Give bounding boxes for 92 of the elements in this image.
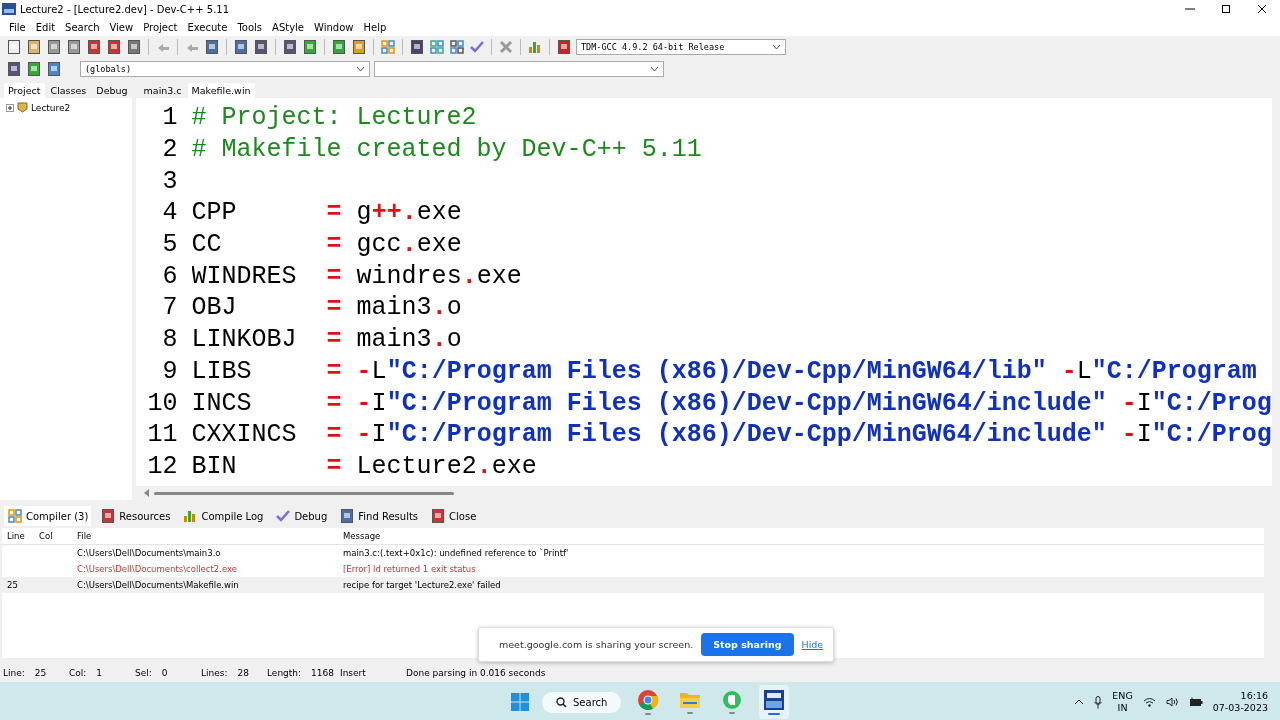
expand-icon[interactable]	[6, 103, 14, 112]
chevron-up-icon[interactable]	[1074, 699, 1085, 705]
panel-tab[interactable]: Debug	[272, 506, 331, 526]
chevron-down-icon[interactable]	[650, 66, 659, 72]
check-icon[interactable]	[275, 508, 292, 524]
file-tab[interactable]: Makefile.win	[187, 83, 255, 98]
code-line: CXXINCS = -I"C:/Program Files (x86)/Dev-Cpp/MinGW64/include" -I"C:/Prog	[191, 420, 1272, 450]
panel-tab[interactable]: Compile Log	[179, 506, 267, 526]
table-cell-text: C:\Users\Dell\Documents\Makefile.win	[76, 580, 240, 590]
menu-item[interactable]: File	[4, 21, 31, 33]
chevron-down-icon[interactable]	[356, 66, 365, 72]
search-button[interactable]: Search	[542, 691, 622, 713]
code-line: CC = gcc.exe	[191, 230, 463, 260]
table-cell-text: 25	[6, 580, 19, 590]
check-icon[interactable]	[469, 39, 485, 55]
code-line: LINKOBJ = main3.o	[191, 325, 463, 355]
grid-icon[interactable]	[380, 39, 396, 55]
new-file-icon[interactable]	[6, 39, 22, 55]
panel-tab[interactable]: Resources	[97, 506, 174, 526]
grid-icon[interactable]	[7, 508, 23, 524]
status-label: Lines:	[201, 668, 228, 678]
status-label: Length:	[267, 668, 302, 678]
scrollbar-thumb[interactable]	[153, 491, 454, 495]
menu-item[interactable]: Help	[358, 21, 392, 33]
table-cell-text: C:\Users\Dell\Documents\main3.o	[76, 548, 222, 558]
share-message: meet.google.com is sharing your screen.	[499, 639, 694, 650]
microphone-icon[interactable]	[1094, 695, 1103, 709]
grid-icon[interactable]	[449, 39, 465, 55]
menu-item[interactable]: Tools	[232, 21, 268, 33]
scroll-left-icon[interactable]	[143, 489, 150, 497]
menu-item[interactable]: Edit	[30, 21, 61, 33]
panel-tab[interactable]: Classes	[46, 83, 91, 98]
stop-sharing-button[interactable]: Stop sharing	[701, 633, 794, 656]
maximize-icon	[1221, 4, 1231, 14]
compiler-dropdown[interactable]: TDM-GCC 4.9.2 64-bit Release	[576, 39, 786, 55]
menu-item[interactable]: Window	[309, 21, 359, 33]
column-header: File	[76, 531, 93, 541]
start-icon[interactable]	[510, 692, 530, 712]
code-line: CPP = g++.exe	[191, 198, 463, 228]
tree-item[interactable]: Lecture2	[31, 102, 71, 113]
status-label: Line:	[3, 668, 25, 678]
menu-item[interactable]: Execute	[182, 21, 233, 33]
column-header: Message	[342, 531, 382, 541]
panel-tab[interactable]: Close	[427, 506, 480, 526]
status-value: Insert	[340, 668, 366, 678]
hide-link[interactable]: Hide	[801, 639, 824, 650]
bar-chart-icon[interactable]	[527, 39, 543, 55]
table-cell-text: [Error] ld returned 1 exit status	[342, 564, 477, 574]
volume-icon[interactable]	[1165, 697, 1179, 707]
status-value: 1	[96, 668, 103, 678]
table-cell-text: C:\Users\Dell\Documents\collect2.exe	[76, 564, 239, 574]
app-icon	[2, 3, 16, 15]
column-header: Line	[6, 531, 26, 541]
folder-icon[interactable]	[679, 690, 702, 710]
devcpp-icon[interactable]	[763, 689, 786, 711]
close-icon	[1257, 4, 1267, 14]
table-cell-text: main3.c:(.text+0x1c): undefined reference to `Printf'	[342, 548, 570, 558]
column-header: Col	[38, 531, 54, 541]
status-value: 1168	[311, 668, 334, 678]
panel-tab[interactable]: Debug	[92, 83, 132, 98]
menu-item[interactable]: AStyle	[267, 21, 310, 33]
code-line: INCS = -I"C:/Program Files (x86)/Dev-Cpp/MinGW64/include" -I"C:/Prog	[191, 388, 1272, 418]
code-line: BIN = Lecture2.exe	[191, 451, 538, 481]
menu-item[interactable]: View	[104, 21, 139, 33]
code-line: OBJ = main3.o	[191, 293, 463, 323]
code-line: LIBS = -L"C:/Program Files (x86)/Dev-Cpp/MinGW64/lib" -L"C:/Program	[191, 356, 1258, 386]
clock[interactable]: 16:16 07-03-2023	[1212, 689, 1268, 715]
panel-tab[interactable]: Compiler (3)	[4, 506, 92, 526]
search-icon	[556, 696, 567, 708]
panel-tab[interactable]: Find Results	[336, 506, 422, 526]
panel-tab[interactable]: Project	[4, 83, 45, 98]
code-line: WINDRES = windres.exe	[191, 261, 523, 291]
file-tab[interactable]: main3.c	[139, 83, 186, 98]
chevron-down-icon[interactable]	[772, 44, 781, 50]
scope-dropdown[interactable]: (globals)	[80, 61, 370, 77]
language-indicator[interactable]: ENG IN	[1112, 689, 1133, 715]
status-value: 0	[161, 668, 168, 678]
code-line: # Makefile created by Dev-C++ 5.11	[191, 135, 703, 165]
status-label: Sel:	[135, 668, 152, 678]
project-icon	[17, 102, 28, 113]
table-cell-text: recipe for target 'Lecture2.exe' failed	[342, 580, 502, 590]
chrome-icon[interactable]	[637, 689, 660, 711]
menu-item[interactable]: Project	[138, 21, 183, 33]
status-label: Col:	[69, 668, 87, 678]
menu-item[interactable]: Search	[60, 21, 105, 33]
window-title: Lecture2 - [Lecture2.dev] - Dev-C++ 5.11	[20, 3, 231, 15]
code-line: # Project: Lecture2	[191, 103, 478, 133]
status-value: Done parsing in 0.016 seconds	[406, 668, 546, 678]
status-value: 25	[34, 668, 47, 678]
status-value: 28	[237, 668, 249, 678]
battery-icon[interactable]	[1188, 697, 1203, 707]
wifi-icon[interactable]	[1142, 697, 1156, 707]
